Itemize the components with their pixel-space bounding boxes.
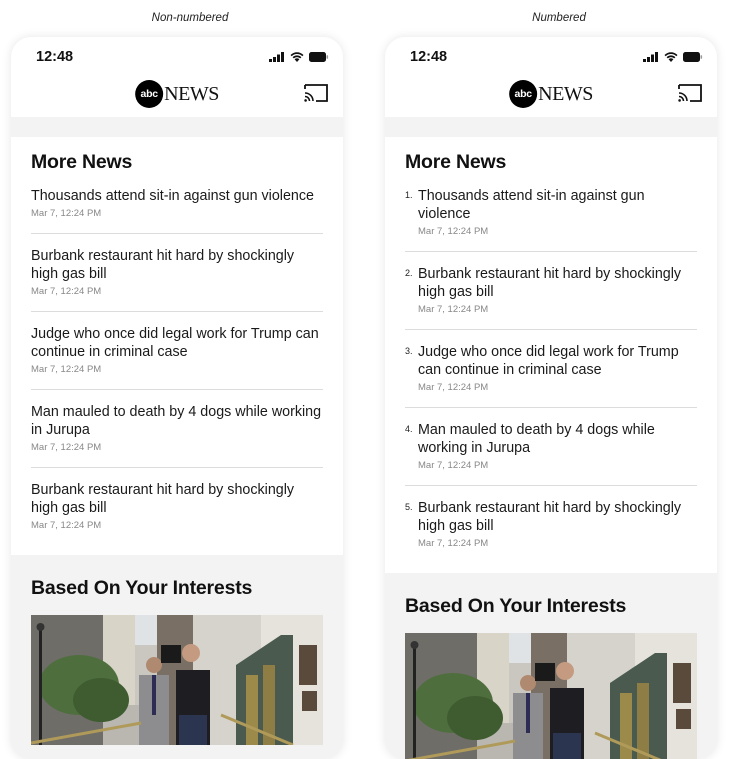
news-item[interactable]: Burbank restaurant hit hard by shockingl… [31,247,323,312]
cast-icon[interactable] [303,83,329,103]
news-timestamp: Mar 7, 12:24 PM [31,286,102,297]
news-headline[interactable]: Burbank restaurant hit hard by shockingl… [31,481,323,517]
interests-title: Based On Your Interests [31,577,253,599]
news-headline[interactable]: Burbank restaurant hit hard by shockingl… [31,247,323,283]
news-timestamp: Mar 7, 12:24 PM [418,226,489,237]
status-time: 12:48 [410,49,448,65]
interests-section: Based On Your Interests [385,573,717,759]
news-headline[interactable]: Man mauled to death by 4 dogs while work… [418,421,697,457]
status-bar: 12:48 [11,37,343,75]
news-list: 1. Thousands attend sit-in against gun vi… [405,187,697,563]
interest-story-image[interactable] [405,633,697,759]
interest-story-image[interactable] [31,615,323,745]
battery-icon [309,52,329,62]
more-news-title: More News [405,151,507,173]
news-item-body: Man mauled to death by 4 dogs while work… [418,421,697,471]
street-scene-image [31,615,323,745]
news-item-body: Judge who once did legal work for Trump … [31,325,323,375]
interests-title: Based On Your Interests [405,595,627,617]
news-item-body: Man mauled to death by 4 dogs while work… [31,403,323,453]
news-item-number: 2. [405,268,413,278]
news-list: Thousands attend sit-in against gun viol… [31,187,323,545]
news-headline[interactable]: Judge who once did legal work for Trump … [31,325,323,361]
news-headline[interactable]: Burbank restaurant hit hard by shockingl… [418,499,697,535]
news-timestamp: Mar 7, 12:24 PM [418,382,489,393]
news-headline[interactable]: Thousands attend sit-in against gun viol… [31,187,314,205]
interests-section: Based On Your Interests [11,555,343,745]
more-news-section: More News Thousands attend sit-in agains… [11,137,343,555]
news-headline[interactable]: Thousands attend sit-in against gun viol… [418,187,697,223]
news-item[interactable]: 4. Man mauled to death by 4 dogs while wo… [405,421,697,486]
more-news-title: More News [31,151,133,173]
caption-non-numbered: Non-numbered [151,12,229,24]
app-header: abc NEWS [11,75,343,117]
caption-numbered: Numbered [532,12,586,24]
news-item-number: 1. [405,190,413,200]
spacer-band [385,117,717,137]
news-item[interactable]: 2. Burbank restaurant hit hard by shockin… [405,265,697,330]
abc-logo-circle: abc [135,80,164,108]
news-timestamp: Mar 7, 12:24 PM [31,442,102,453]
news-wordmark: NEWS [538,82,593,105]
news-timestamp: Mar 7, 12:24 PM [31,364,102,375]
battery-icon [683,52,703,62]
news-headline[interactable]: Judge who once did legal work for Trump … [418,343,697,379]
abc-news-logo[interactable]: abc NEWS [509,80,593,108]
news-item-body: Burbank restaurant hit hard by shockingl… [31,247,323,297]
news-timestamp: Mar 7, 12:24 PM [31,208,102,219]
app-header: abc NEWS [385,75,717,117]
wifi-icon [664,52,678,62]
news-item-body: Burbank restaurant hit hard by shockingl… [31,481,323,531]
street-scene-image [405,633,697,759]
spacer-band [11,117,343,137]
news-timestamp: Mar 7, 12:24 PM [418,304,489,315]
news-item-body: Thousands attend sit-in against gun viol… [418,187,697,237]
status-time: 12:48 [36,49,74,65]
abc-news-logo[interactable]: abc NEWS [135,80,219,108]
news-item-body: Burbank restaurant hit hard by shockingl… [418,499,697,549]
abc-logo-circle: abc [509,80,538,108]
news-item[interactable]: Judge who once did legal work for Trump … [31,325,323,390]
news-item[interactable]: Burbank restaurant hit hard by shockingl… [31,481,323,545]
news-headline[interactable]: Burbank restaurant hit hard by shockingl… [418,265,697,301]
news-item[interactable]: Man mauled to death by 4 dogs while work… [31,403,323,468]
news-timestamp: Mar 7, 12:24 PM [418,538,489,549]
news-wordmark: NEWS [164,82,219,105]
news-item-body: Judge who once did legal work for Trump … [418,343,697,393]
news-item-number: 5. [405,502,413,512]
news-item-body: Thousands attend sit-in against gun viol… [31,187,314,219]
news-timestamp: Mar 7, 12:24 PM [31,520,102,531]
news-timestamp: Mar 7, 12:24 PM [418,460,489,471]
wifi-icon [290,52,304,62]
news-item[interactable]: 5. Burbank restaurant hit hard by shockin… [405,499,697,563]
phone-numbered: 12:48 abc NEWS More News 1. Thousands att… [385,37,717,759]
news-item[interactable]: 3. Judge who once did legal work for Trum… [405,343,697,408]
news-headline[interactable]: Man mauled to death by 4 dogs while work… [31,403,323,439]
cast-icon[interactable] [677,83,703,103]
news-item[interactable]: Thousands attend sit-in against gun viol… [31,187,323,234]
news-item[interactable]: 1. Thousands attend sit-in against gun vi… [405,187,697,252]
news-item-number: 4. [405,424,413,434]
status-bar: 12:48 [385,37,717,75]
signal-icon [643,52,658,62]
news-item-body: Burbank restaurant hit hard by shockingl… [418,265,697,315]
phone-non-numbered: 12:48 abc NEWS More News Thousands atten… [11,37,343,759]
news-item-number: 3. [405,346,413,356]
signal-icon [269,52,284,62]
more-news-section: More News 1. Thousands attend sit-in agai… [385,137,717,573]
